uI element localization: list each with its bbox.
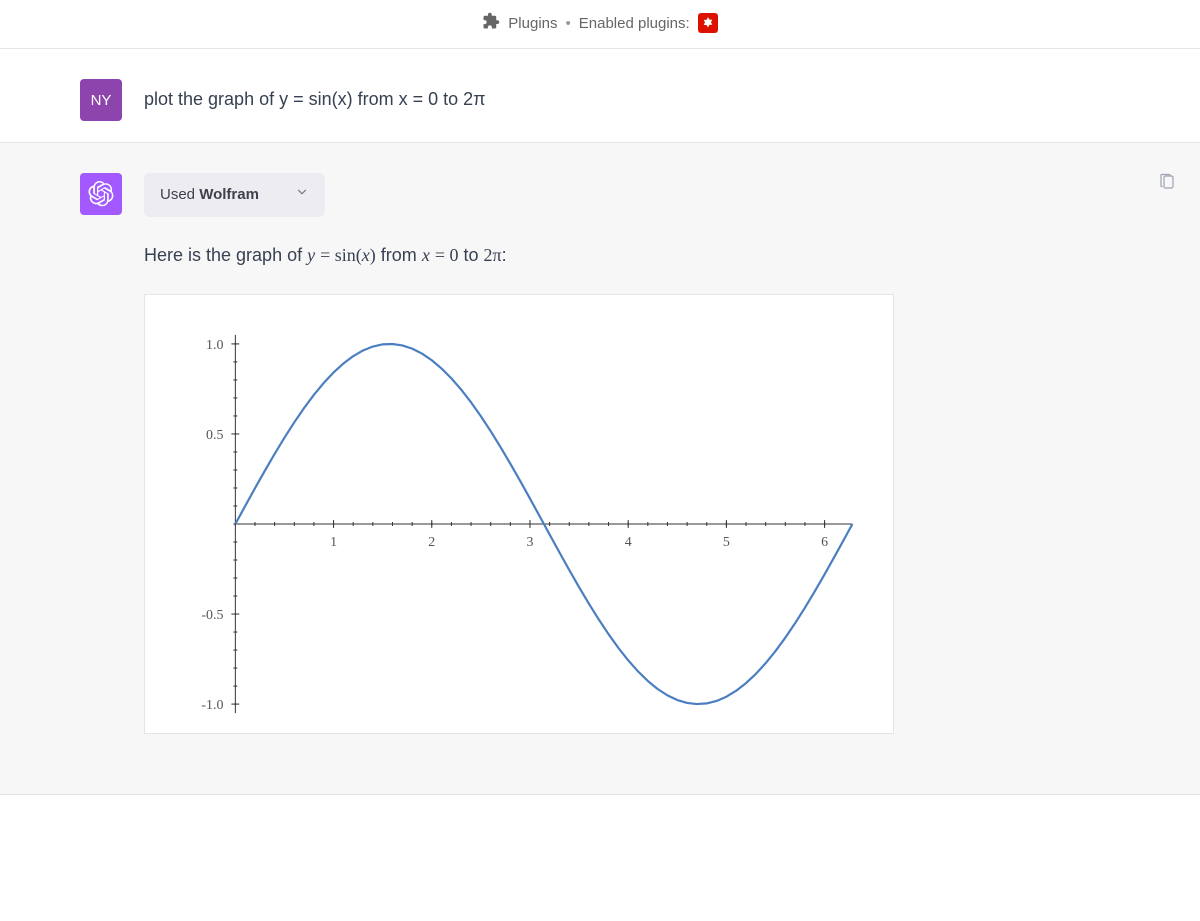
- wolfram-icon: [701, 16, 715, 30]
- svg-text:4: 4: [625, 534, 632, 549]
- plugins-label: Plugins: [508, 15, 557, 32]
- assistant-avatar: [80, 173, 122, 215]
- user-avatar-initials: NY: [91, 92, 112, 109]
- svg-text:1: 1: [330, 534, 337, 549]
- clipboard-icon: [1158, 173, 1176, 191]
- assistant-message-row: Used Wolfram Here is the graph of y = si…: [0, 143, 1200, 795]
- wolfram-plugin-badge[interactable]: [698, 13, 718, 33]
- used-plugin-label: Used Wolfram: [160, 183, 259, 207]
- user-avatar: NY: [80, 79, 122, 121]
- openai-icon: [88, 181, 114, 207]
- svg-text:1.0: 1.0: [206, 337, 223, 352]
- copy-button[interactable]: [1158, 173, 1176, 196]
- svg-text:2: 2: [428, 534, 435, 549]
- user-message-text: plot the graph of y = sin(x) from x = 0 …: [144, 79, 486, 114]
- svg-text:3: 3: [526, 534, 533, 549]
- chart-image: 1 2 3 4 5 6 -1.0 -0.5 0.5 1.0: [144, 294, 894, 734]
- svg-text:-1.0: -1.0: [201, 698, 223, 713]
- user-message-row: NY plot the graph of y = sin(x) from x =…: [0, 49, 1200, 143]
- separator-dot: •: [566, 15, 571, 32]
- svg-text:6: 6: [821, 534, 828, 549]
- sin-chart: 1 2 3 4 5 6 -1.0 -0.5 0.5 1.0: [165, 315, 873, 733]
- chevron-down-icon: [295, 183, 309, 207]
- svg-text:5: 5: [723, 534, 730, 549]
- plugin-icon: [482, 12, 500, 34]
- svg-text:0.5: 0.5: [206, 428, 223, 443]
- enabled-plugins-label: Enabled plugins:: [579, 15, 690, 32]
- assistant-reply-text: Here is the graph of y = sin(x) from x =…: [144, 241, 894, 270]
- used-plugin-pill[interactable]: Used Wolfram: [144, 173, 325, 217]
- model-header: Plugins • Enabled plugins:: [0, 0, 1200, 49]
- svg-text:-0.5: -0.5: [201, 608, 223, 623]
